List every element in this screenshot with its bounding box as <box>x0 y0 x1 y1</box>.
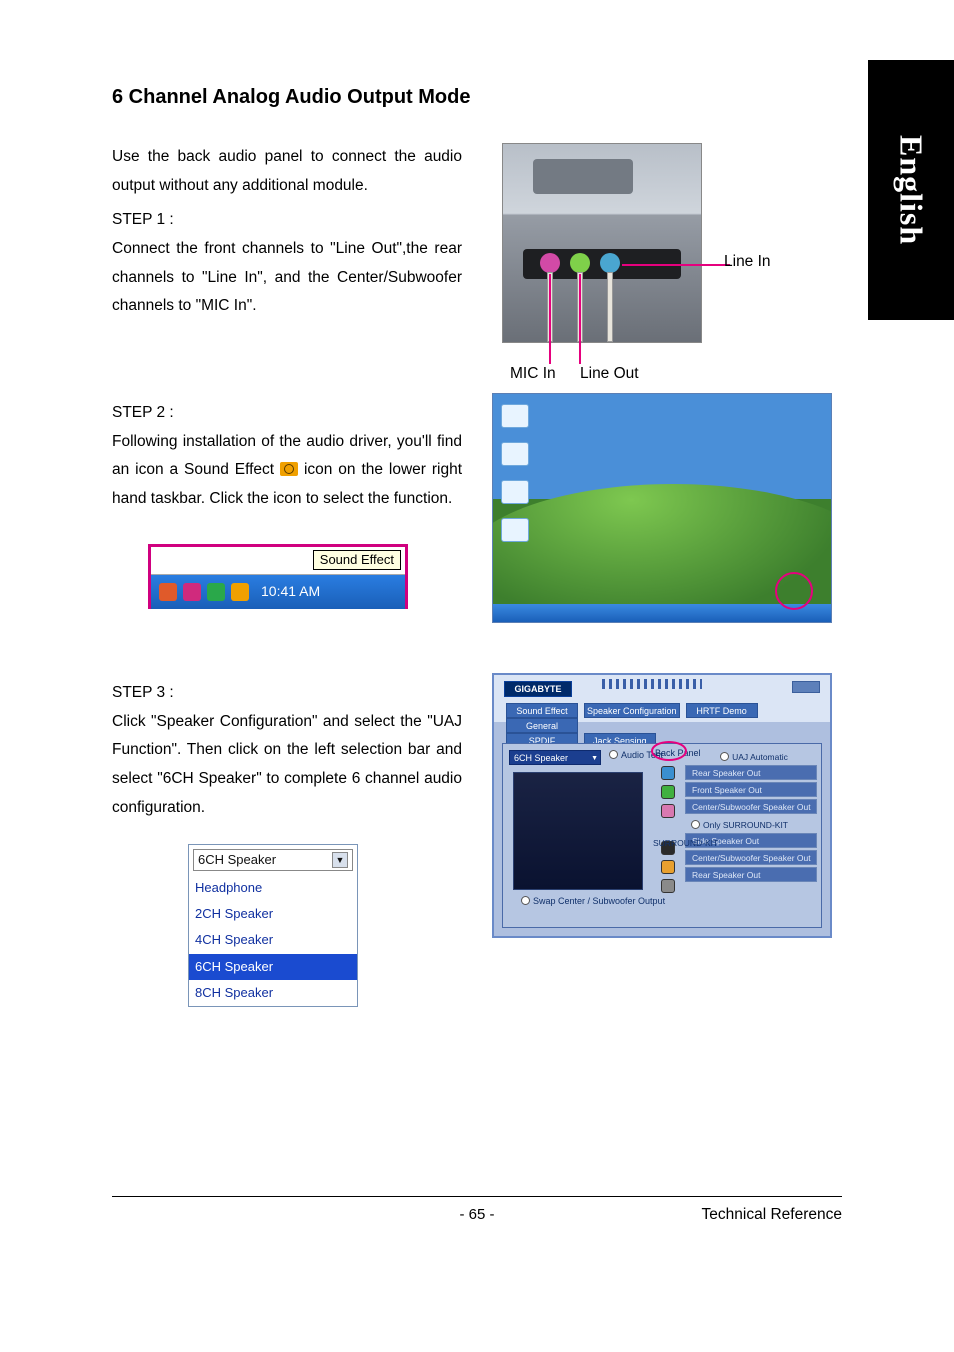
jack-label: Front Speaker Out <box>685 782 817 797</box>
tray-clock: 10:41 AM <box>261 579 320 605</box>
desktop-icon[interactable] <box>501 480 529 504</box>
jack-green-icon <box>661 785 675 799</box>
dropdown-option[interactable]: 2CH Speaker <box>189 901 357 927</box>
system-tray: 10:41 AM <box>151 575 405 609</box>
tab-sound-effect[interactable]: Sound Effect <box>506 703 578 718</box>
sound-effect-tooltip: Sound Effect <box>313 550 401 570</box>
dropdown-selected[interactable]: 6CH Speaker ▼ <box>193 849 353 871</box>
audio-panel-photo <box>502 143 702 343</box>
titlebar-grip-icon <box>602 679 702 689</box>
footer-rule <box>112 1196 842 1197</box>
step3-body: Click "Speaker Configuration" and select… <box>112 708 462 823</box>
swap-center-sub-toggle[interactable]: Swap Center / Subwoofer Output <box>521 896 665 906</box>
surround-kit-label: SURROUND-KIT <box>653 838 718 848</box>
jack-label: Rear Speaker Out <box>685 765 817 780</box>
tab-hrtf[interactable]: HRTF Demo <box>686 703 758 718</box>
radio-icon[interactable] <box>609 750 618 759</box>
highlight-circle-icon <box>775 572 813 610</box>
speaker-dropdown[interactable]: 6CH Speaker ▼ Headphone 2CH Speaker 4CH … <box>188 844 358 1006</box>
desktop-icon[interactable] <box>501 442 529 466</box>
step1-label: STEP 1 : <box>112 206 462 235</box>
uaj-automatic-toggle[interactable]: UAJ Automatic <box>685 750 817 763</box>
label-line-out: Line Out <box>580 365 639 383</box>
step-3: STEP 3 : Click "Speaker Configuration" a… <box>112 673 842 1007</box>
step2-label: STEP 2 : <box>112 399 462 428</box>
step1-body: Connect the front channels to "Line Out"… <box>112 235 462 321</box>
window-buttons[interactable] <box>792 681 820 693</box>
radio-icon[interactable] <box>521 896 530 905</box>
dropdown-option[interactable]: 8CH Speaker <box>189 980 357 1006</box>
tray-sound-effect-icon[interactable] <box>231 583 249 601</box>
taskbar-screenshot: Sound Effect 10:41 AM <box>148 544 408 609</box>
desktop-screenshot <box>492 393 832 623</box>
step-1: Use the back audio panel to connect the … <box>112 143 842 343</box>
desktop-icon[interactable] <box>501 518 529 542</box>
jack-label: Center/Subwoofer Speaker Out <box>685 850 817 865</box>
desktop-taskbar[interactable] <box>493 604 831 622</box>
step1-intro: Use the back audio panel to connect the … <box>112 143 462 200</box>
speaker-config-panel: GIGABYTE Sound Effect Speaker Configurat… <box>492 673 832 938</box>
jack-label: Center/Subwoofer Speaker Out <box>685 799 817 814</box>
dropdown-list: Headphone 2CH Speaker 4CH Speaker 6CH Sp… <box>189 875 357 1005</box>
step1-figure: Line In MIC In Line Out <box>492 143 842 343</box>
dropdown-option[interactable]: Headphone <box>189 875 357 901</box>
highlight-circle-icon <box>651 741 687 761</box>
language-tab: English <box>868 60 954 320</box>
label-line-in: Line In <box>724 253 771 271</box>
sound-effect-icon <box>280 462 298 476</box>
tray-icon[interactable] <box>183 583 201 601</box>
only-surround-toggle[interactable]: Only SURROUND-KIT <box>685 818 817 831</box>
chevron-down-icon[interactable]: ▼ <box>332 852 348 868</box>
tray-icon[interactable] <box>159 583 177 601</box>
step3-label: STEP 3 : <box>112 679 462 708</box>
label-mic-in: MIC In <box>510 365 556 383</box>
radio-icon[interactable] <box>691 820 700 829</box>
tab-general[interactable]: General <box>506 718 578 733</box>
dropdown-selected-label: 6CH Speaker <box>198 848 276 872</box>
step-2: STEP 2 : Following installation of the a… <box>112 393 842 623</box>
speaker-room-diagram <box>513 772 643 890</box>
desktop-icon[interactable] <box>501 404 529 428</box>
jack-blue-icon <box>661 766 675 780</box>
dropdown-option[interactable]: 4CH Speaker <box>189 927 357 953</box>
jack-pink-icon <box>661 804 675 818</box>
tab-speaker-config[interactable]: Speaker Configuration <box>584 703 680 718</box>
jack-orange-icon <box>661 860 675 874</box>
panel-speaker-select[interactable]: 6CH Speaker <box>509 750 601 765</box>
jack-column <box>661 766 675 898</box>
jack-grey-icon <box>661 879 675 893</box>
gigabyte-logo: GIGABYTE <box>504 681 572 697</box>
language-tab-label: English <box>893 135 930 245</box>
footer-section: Technical Reference <box>702 1206 842 1224</box>
jack-label: Rear Speaker Out <box>685 867 817 882</box>
page-title: 6 Channel Analog Audio Output Mode <box>112 86 842 109</box>
tray-icon[interactable] <box>207 583 225 601</box>
radio-icon[interactable] <box>720 752 729 761</box>
dropdown-option-selected[interactable]: 6CH Speaker <box>189 954 357 980</box>
step2-body: Following installation of the audio driv… <box>112 428 462 514</box>
